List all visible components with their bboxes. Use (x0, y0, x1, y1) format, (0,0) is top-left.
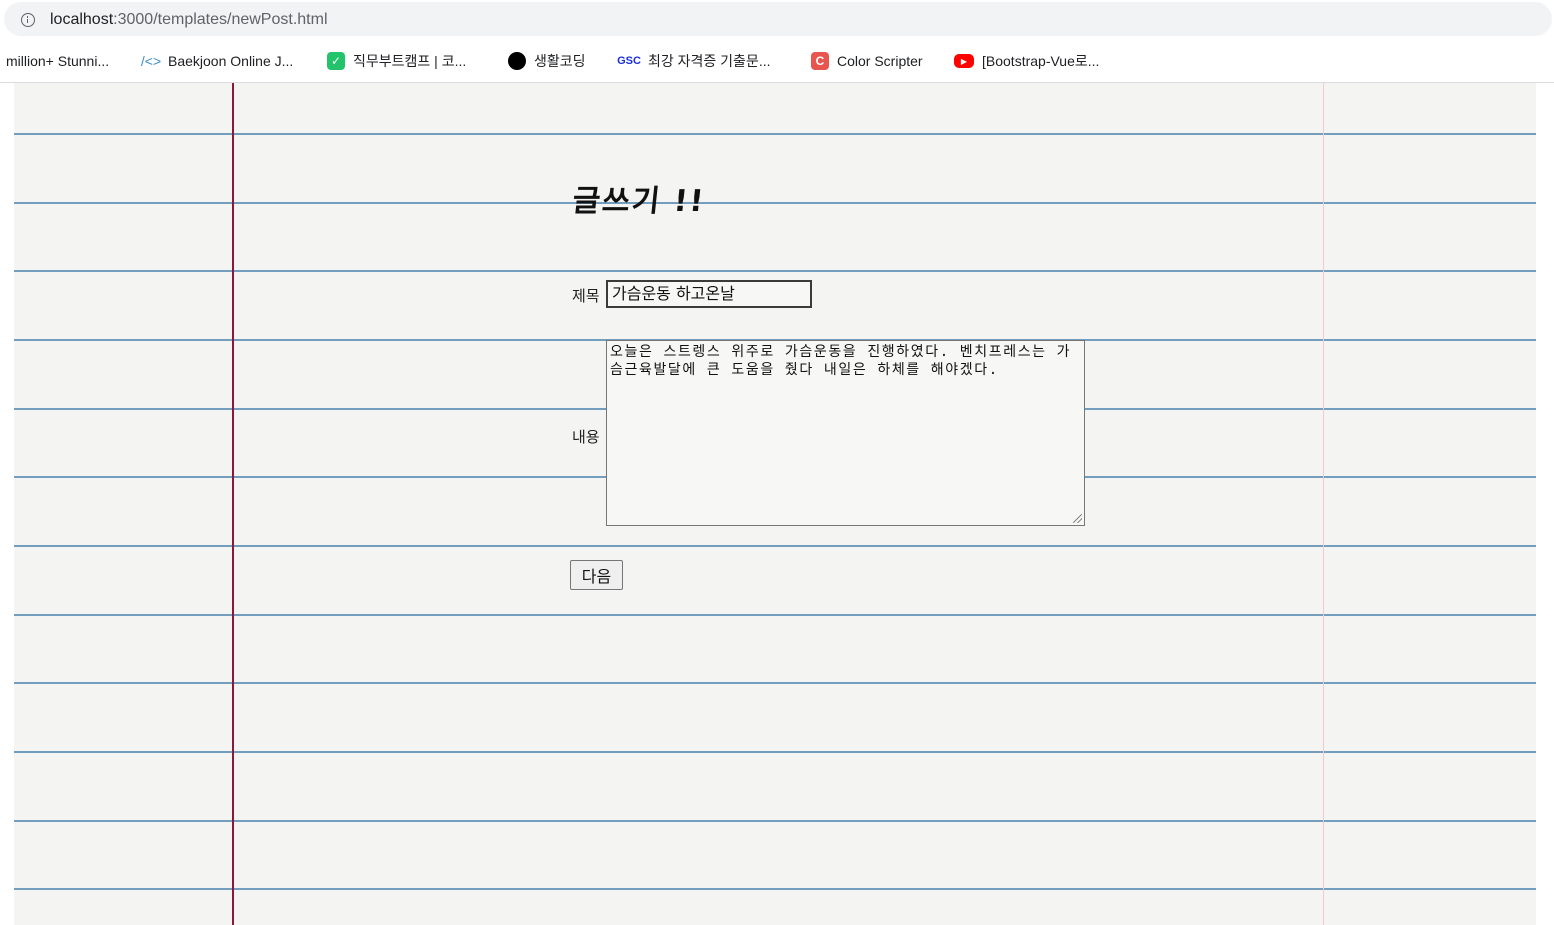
bookmark-color-scripter[interactable]: C Color Scripter (811, 51, 923, 71)
bookmark-label: [Bootstrap-Vue로... (982, 53, 1100, 69)
bookmark-label: million+ Stunni... (6, 53, 110, 69)
ruled-line (14, 202, 1536, 204)
resize-handle-icon[interactable] (1073, 514, 1082, 523)
bookmarks-bar: million+ Stunni... /<> Baekjoon Online J… (0, 40, 1554, 83)
ruled-line (14, 545, 1536, 547)
ruled-line (14, 888, 1536, 890)
bookmark-opentutorials[interactable]: 생활코딩 (508, 51, 586, 71)
browser-address-bar: localhost:3000/templates/newPost.html (0, 0, 1554, 40)
black-circle-icon (508, 52, 526, 70)
url-text[interactable]: localhost:3000/templates/newPost.html (50, 11, 328, 29)
ruled-line (14, 614, 1536, 616)
page-title: 글쓰기 !! (570, 184, 708, 219)
bookmark-label: 직무부트캠프 | 코... (353, 53, 467, 69)
ruled-line (14, 751, 1536, 753)
right-margin-line (1323, 83, 1324, 925)
youtube-icon: ▶ (954, 54, 974, 68)
bookmark-label: 생활코딩 (534, 53, 586, 69)
green-leaf-icon: ✓ (327, 52, 345, 70)
code-brackets-icon: /<> (140, 53, 162, 69)
bookmark-million[interactable]: million+ Stunni... (6, 51, 109, 71)
ruled-line (14, 270, 1536, 272)
gsc-logo-icon: GSC (617, 55, 641, 67)
url-field[interactable]: localhost:3000/templates/newPost.html (4, 2, 1552, 36)
content-text: 오늘은 스트렝스 위주로 가슴운동을 진행하였다. 벤치프레스는 가슴근육발달에… (610, 344, 1072, 378)
site-info-icon[interactable] (21, 13, 35, 27)
color-scripter-icon: C (811, 52, 829, 70)
ruled-line (14, 682, 1536, 684)
bookmark-bootcamp[interactable]: ✓ 직무부트캠프 | 코... (327, 51, 466, 71)
title-label: 제목 (572, 287, 600, 305)
bookmark-label: Color Scripter (837, 53, 923, 69)
next-button[interactable]: 다음 (570, 560, 623, 590)
bookmark-exam[interactable]: GSC 최강 자격증 기출문... (617, 51, 771, 71)
ruled-line (14, 820, 1536, 822)
content-label: 내용 (572, 428, 600, 446)
title-input[interactable]: 가슴운동 하고온날 (606, 280, 812, 308)
page-viewport: 글쓰기 !! 제목 가슴운동 하고온날 내용 오늘은 스트렝스 위주로 가슴운동… (0, 83, 1554, 925)
bookmark-baekjoon[interactable]: /<> Baekjoon Online J... (140, 51, 294, 71)
bookmark-label: Baekjoon Online J... (168, 53, 294, 69)
left-margin-line (232, 83, 234, 925)
bookmark-label: 최강 자격증 기출문... (648, 53, 771, 69)
content-textarea[interactable]: 오늘은 스트렝스 위주로 가슴운동을 진행하였다. 벤치프레스는 가슴근육발달에… (606, 340, 1085, 526)
bookmark-youtube[interactable]: ▶ [Bootstrap-Vue로... (954, 51, 1099, 71)
ruled-line (14, 133, 1536, 135)
